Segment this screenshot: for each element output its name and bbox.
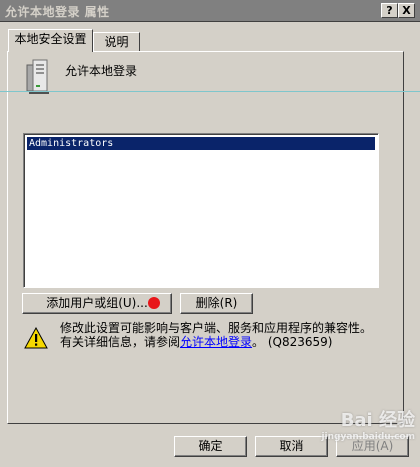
help-link[interactable]: 允许本地登录 — [180, 335, 252, 349]
remove-button[interactable]: 删除(R) — [180, 293, 253, 314]
server-icon — [26, 59, 49, 94]
warning-prefix: 有关详细信息，请参阅 — [60, 335, 181, 349]
close-button[interactable]: X — [398, 3, 415, 18]
cancel-button[interactable]: 取消 — [255, 436, 328, 457]
warning-icon — [24, 327, 48, 349]
warning-suffix: 。 (Q823659) — [252, 335, 333, 349]
warning-line-2: 有关详细信息，请参阅允许本地登录。 (Q823659) — [60, 335, 400, 349]
click-marker — [148, 297, 160, 309]
help-button[interactable]: ? — [381, 3, 398, 18]
window-title: 允许本地登录 属性 — [5, 5, 110, 19]
warning-text: 修改此设置可能影响与客户端、服务和应用程序的兼容性。 有关详细信息，请参阅允许本… — [60, 321, 400, 349]
tab-label: 本地安全设置 — [14, 32, 87, 46]
policy-name: 允许本地登录 — [65, 64, 138, 78]
list-item[interactable]: Administrators — [27, 137, 375, 150]
divider-line — [0, 91, 420, 92]
tab-local-security-setting[interactable]: 本地安全设置 — [8, 29, 93, 52]
tab-label: 说明 — [104, 35, 129, 49]
title-bar: 允许本地登录 属性 ? X — [0, 0, 420, 22]
warning-line-1: 修改此设置可能影响与客户端、服务和应用程序的兼容性。 — [60, 321, 373, 335]
members-listbox[interactable]: Administrators — [23, 133, 379, 288]
ok-button[interactable]: 确定 — [174, 436, 247, 457]
tab-explain[interactable]: 说明 — [93, 32, 140, 52]
apply-button[interactable]: 应用(A) — [336, 436, 409, 457]
